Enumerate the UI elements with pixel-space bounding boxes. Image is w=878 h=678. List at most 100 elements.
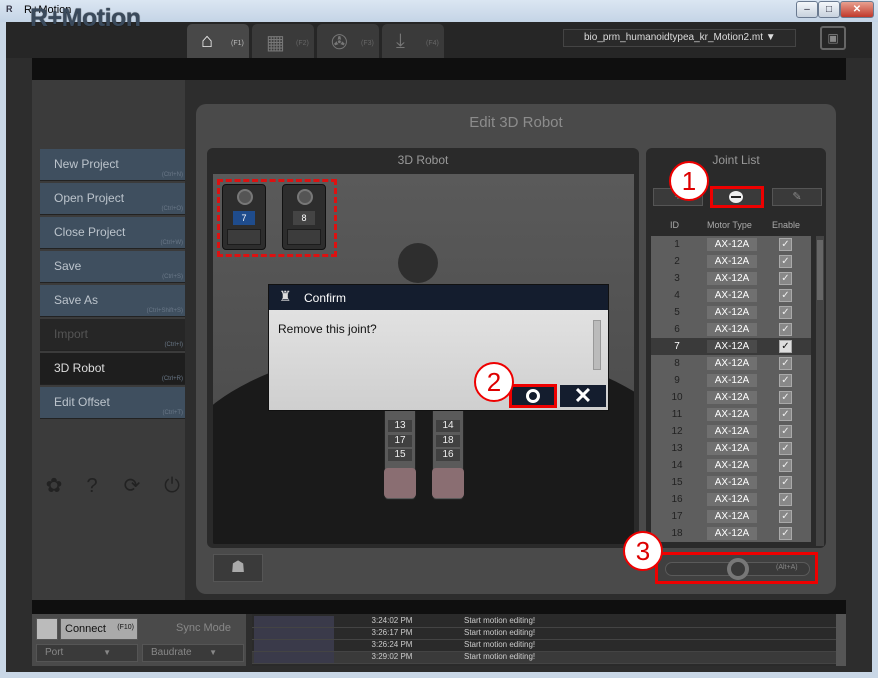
joint-row[interactable]: 12 AX-12A ✓ bbox=[651, 423, 811, 440]
joint-id: 13 bbox=[671, 443, 683, 454]
robot-pane-title: 3D Robot bbox=[397, 153, 449, 167]
joint-list-scroll-thumb[interactable] bbox=[817, 240, 823, 300]
gear-icon[interactable]: ✿ bbox=[42, 474, 66, 498]
robot-icon[interactable]: ☗ bbox=[213, 554, 263, 582]
col-header-enable: Enable bbox=[772, 220, 801, 230]
file-select[interactable]: bio_prm_humanoidtypea_kr_Motion2.mt ▼ bbox=[563, 29, 796, 47]
joint-row[interactable]: 3 AX-12A ✓ bbox=[651, 270, 811, 287]
robot-head[interactable] bbox=[398, 243, 438, 283]
joint-id: 10 bbox=[671, 392, 683, 403]
dialog-scrollbar[interactable] bbox=[593, 320, 601, 370]
joint-motor-type: AX-12A bbox=[707, 374, 757, 387]
log-scrollbar[interactable] bbox=[836, 614, 846, 666]
joint-enable-checkbox[interactable]: ✓ bbox=[779, 459, 792, 472]
joint-row[interactable]: 18 AX-12A ✓ bbox=[651, 525, 811, 542]
joint-row[interactable]: 17 AX-12A ✓ bbox=[651, 508, 811, 525]
menu-label: Edit Offset bbox=[54, 395, 110, 409]
joint-enable-checkbox[interactable]: ✓ bbox=[779, 493, 792, 506]
connect-button[interactable]: Connect (F10) bbox=[60, 618, 138, 640]
tab-motion[interactable]: ▦ (F2) bbox=[252, 24, 314, 58]
joint-enable-checkbox[interactable]: ✓ bbox=[779, 374, 792, 387]
alert-icon: ♜ bbox=[279, 288, 292, 304]
menu-save[interactable]: Save (Ctrl+S) bbox=[40, 251, 185, 283]
refresh-icon[interactable]: ⟳ bbox=[120, 474, 144, 498]
toggle-knob[interactable] bbox=[727, 558, 749, 580]
joint-enable-checkbox[interactable]: ✓ bbox=[779, 476, 792, 489]
tab-hotkey: (F3) bbox=[361, 40, 374, 47]
joint-row[interactable]: 16 AX-12A ✓ bbox=[651, 491, 811, 508]
joint-enable-checkbox[interactable]: ✓ bbox=[779, 272, 792, 285]
joint-enable-checkbox[interactable]: ✓ bbox=[779, 238, 792, 251]
joint-enable-checkbox[interactable]: ✓ bbox=[779, 306, 792, 319]
menu-save-as[interactable]: Save As (Ctrl+Shift+S) bbox=[40, 285, 185, 317]
log-message: Start motion editing! bbox=[464, 652, 536, 661]
joint-enable-checkbox[interactable]: ✓ bbox=[779, 323, 792, 336]
joint-motor-type: AX-12A bbox=[707, 340, 757, 353]
sync-mode-label[interactable]: Sync Mode bbox=[176, 622, 231, 634]
menu-label: 3D Robot bbox=[54, 361, 105, 375]
power-icon[interactable]: ⏻ bbox=[160, 474, 184, 498]
help-icon[interactable]: ? bbox=[80, 474, 104, 498]
joint-row[interactable]: 1 AX-12A ✓ bbox=[651, 236, 811, 253]
remove-joint-button[interactable] bbox=[710, 186, 764, 208]
log-row: 3:26:17 PM Start motion editing! bbox=[252, 628, 836, 640]
menu-new-project[interactable]: New Project (Ctrl+N) bbox=[40, 149, 185, 181]
joint-row[interactable]: 11 AX-12A ✓ bbox=[651, 406, 811, 423]
log-row: 3:26:24 PM Start motion editing! bbox=[252, 640, 836, 652]
joint-motor-type: AX-12A bbox=[707, 323, 757, 336]
edit-joint-button[interactable]: ✎ bbox=[772, 188, 822, 206]
confirm-cancel-button[interactable]: ✕ bbox=[560, 385, 606, 407]
panel-title: Edit 3D Robot bbox=[469, 114, 563, 131]
tab-download[interactable]: ⤓ (F4) bbox=[382, 24, 444, 58]
joint-enable-checkbox[interactable]: ✓ bbox=[779, 391, 792, 404]
menu-open-project[interactable]: Open Project (Ctrl+O) bbox=[40, 183, 185, 215]
menu-edit-offset[interactable]: Edit Offset (Ctrl+T) bbox=[40, 387, 185, 419]
joint-row[interactable]: 8 AX-12A ✓ bbox=[651, 355, 811, 372]
robot-right-foot[interactable] bbox=[432, 468, 464, 498]
port-select-value: Port bbox=[45, 647, 64, 658]
joint-enable-checkbox[interactable]: ✓ bbox=[779, 510, 792, 523]
maximize-button[interactable]: □ bbox=[818, 1, 840, 18]
baudrate-select[interactable]: Baudrate ▼ bbox=[142, 644, 244, 662]
tab-play[interactable]: ✇ (F3) bbox=[317, 24, 379, 58]
joint-enable-checkbox[interactable]: ✓ bbox=[779, 442, 792, 455]
menu-shortcut: (Ctrl+S) bbox=[162, 274, 183, 280]
servo-highlight-box bbox=[217, 179, 337, 257]
minimize-button[interactable]: – bbox=[796, 1, 818, 18]
joint-row[interactable]: 2 AX-12A ✓ bbox=[651, 253, 811, 270]
menu-import[interactable]: Import (Ctrl+I) bbox=[40, 319, 185, 351]
joint-row[interactable]: 7 AX-12A ✓ bbox=[651, 338, 811, 355]
robot-left-foot[interactable] bbox=[384, 468, 416, 498]
joint-row[interactable]: 9 AX-12A ✓ bbox=[651, 372, 811, 389]
joint-row[interactable]: 14 AX-12A ✓ bbox=[651, 457, 811, 474]
menu-label: New Project bbox=[54, 157, 119, 171]
joint-enable-checkbox[interactable]: ✓ bbox=[779, 289, 792, 302]
joint-id: 12 bbox=[671, 426, 683, 437]
joint-enable-checkbox[interactable]: ✓ bbox=[779, 357, 792, 370]
save-icon[interactable]: ▣ bbox=[820, 26, 846, 50]
port-select[interactable]: Port ▼ bbox=[36, 644, 138, 662]
menu-close-project[interactable]: Close Project (Ctrl+W) bbox=[40, 217, 185, 249]
close-window-button[interactable]: ✕ bbox=[840, 1, 874, 18]
confirm-ok-button[interactable] bbox=[509, 384, 557, 408]
joint-row[interactable]: 15 AX-12A ✓ bbox=[651, 474, 811, 491]
joint-row[interactable]: 13 AX-12A ✓ bbox=[651, 440, 811, 457]
menu-label: Save bbox=[54, 259, 82, 273]
joint-motor-type: AX-12A bbox=[707, 510, 757, 523]
joint-row[interactable]: 10 AX-12A ✓ bbox=[651, 389, 811, 406]
joint-enable-checkbox[interactable]: ✓ bbox=[779, 527, 792, 540]
log-icon-cell bbox=[254, 640, 334, 651]
joint-row[interactable]: 5 AX-12A ✓ bbox=[651, 304, 811, 321]
menu-shortcut: (Ctrl+Shift+S) bbox=[146, 308, 183, 314]
joint-enable-checkbox[interactable]: ✓ bbox=[779, 408, 792, 421]
joint-enable-checkbox[interactable]: ✓ bbox=[779, 255, 792, 268]
joint-row[interactable]: 6 AX-12A ✓ bbox=[651, 321, 811, 338]
leg-joint-label: 18 bbox=[436, 435, 460, 447]
menu-3d-robot[interactable]: 3D Robot (Ctrl+R) bbox=[40, 353, 185, 385]
joint-enable-checkbox[interactable]: ✓ bbox=[779, 425, 792, 438]
tab-home[interactable]: ⌂ (F1) bbox=[187, 24, 249, 58]
joint-id: 7 bbox=[674, 341, 680, 352]
joint-enable-checkbox[interactable]: ✓ bbox=[779, 340, 792, 353]
joint-row[interactable]: 4 AX-12A ✓ bbox=[651, 287, 811, 304]
joint-motor-type: AX-12A bbox=[707, 442, 757, 455]
